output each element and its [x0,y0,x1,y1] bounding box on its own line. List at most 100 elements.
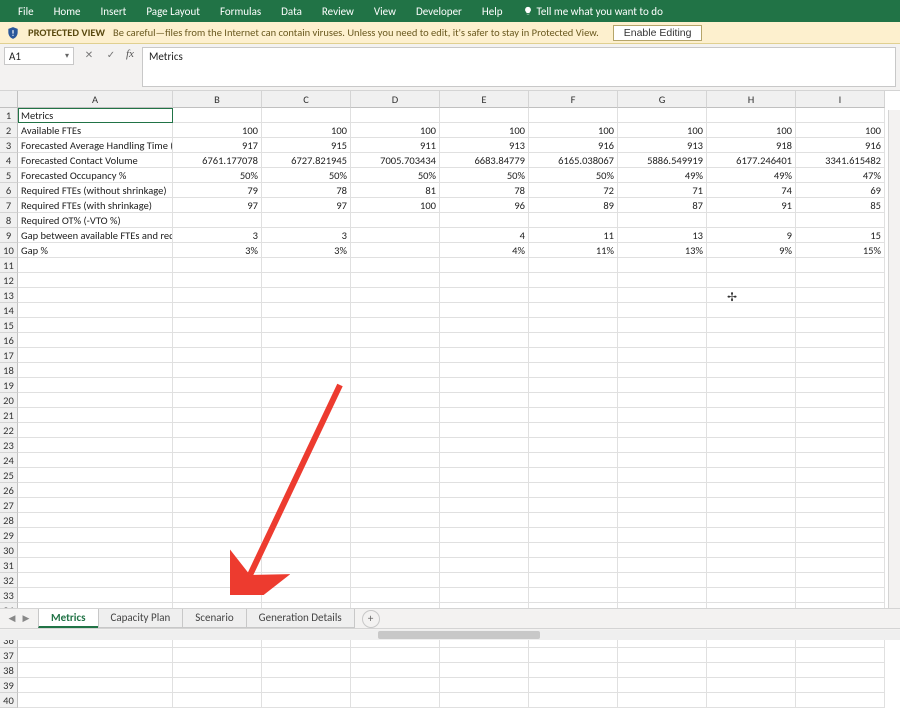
cell-D21[interactable] [351,408,440,423]
cell-A16[interactable] [18,333,173,348]
cell-A3[interactable]: Forecasted Average Handling Time (AHT [18,138,173,153]
cell-B2[interactable]: 100 [173,123,262,138]
cell-B29[interactable] [173,528,262,543]
cell-E13[interactable] [440,288,529,303]
cell-I30[interactable] [796,543,885,558]
cell-C23[interactable] [262,438,351,453]
cell-C9[interactable]: 3 [262,228,351,243]
sheet-tab-scenario[interactable]: Scenario [182,609,246,628]
cell-B28[interactable] [173,513,262,528]
cell-A12[interactable] [18,273,173,288]
cell-D4[interactable]: 7005.703434 [351,153,440,168]
cell-H7[interactable]: 91 [707,198,796,213]
cell-G15[interactable] [618,318,707,333]
cell-F39[interactable] [529,678,618,693]
cell-C1[interactable] [262,108,351,123]
cell-C26[interactable] [262,483,351,498]
sheet-tab-generation-details[interactable]: Generation Details [246,609,355,628]
cell-D16[interactable] [351,333,440,348]
cell-I24[interactable] [796,453,885,468]
cell-E9[interactable]: 4 [440,228,529,243]
cell-I1[interactable] [796,108,885,123]
cell-G40[interactable] [618,693,707,708]
cell-G26[interactable] [618,483,707,498]
row-header-38[interactable]: 38 [0,663,18,678]
cell-A15[interactable] [18,318,173,333]
cell-E22[interactable] [440,423,529,438]
cell-F37[interactable] [529,648,618,663]
cell-C22[interactable] [262,423,351,438]
cell-H27[interactable] [707,498,796,513]
cell-H31[interactable] [707,558,796,573]
cell-A11[interactable] [18,258,173,273]
cell-G7[interactable]: 87 [618,198,707,213]
cell-C21[interactable] [262,408,351,423]
cell-F6[interactable]: 72 [529,183,618,198]
cell-B18[interactable] [173,363,262,378]
row-header-8[interactable]: 8 [0,213,18,228]
cell-A26[interactable] [18,483,173,498]
row-header-33[interactable]: 33 [0,588,18,603]
cell-D27[interactable] [351,498,440,513]
cell-I17[interactable] [796,348,885,363]
cell-F24[interactable] [529,453,618,468]
add-sheet-button[interactable]: + [362,610,380,628]
cell-F17[interactable] [529,348,618,363]
ribbon-tab-home[interactable]: Home [44,2,91,21]
horizontal-scrollbar[interactable] [0,628,900,640]
row-header-6[interactable]: 6 [0,183,18,198]
cell-H17[interactable] [707,348,796,363]
row-header-2[interactable]: 2 [0,123,18,138]
cell-F13[interactable] [529,288,618,303]
name-box[interactable]: A1 ▾ [4,47,74,65]
cell-B4[interactable]: 6761.177078 [173,153,262,168]
cell-I32[interactable] [796,573,885,588]
cell-B17[interactable] [173,348,262,363]
cell-I28[interactable] [796,513,885,528]
cell-G6[interactable]: 71 [618,183,707,198]
cell-D17[interactable] [351,348,440,363]
cell-A14[interactable] [18,303,173,318]
cell-F18[interactable] [529,363,618,378]
cell-D23[interactable] [351,438,440,453]
row-header-29[interactable]: 29 [0,528,18,543]
cell-A30[interactable] [18,543,173,558]
cell-D18[interactable] [351,363,440,378]
cell-D29[interactable] [351,528,440,543]
cell-A1[interactable]: Metrics [18,108,173,123]
cell-F21[interactable] [529,408,618,423]
cell-C29[interactable] [262,528,351,543]
ribbon-tab-review[interactable]: Review [312,2,364,21]
ribbon-tab-data[interactable]: Data [271,2,312,21]
cell-E5[interactable]: 50% [440,168,529,183]
cell-A25[interactable] [18,468,173,483]
row-header-19[interactable]: 19 [0,378,18,393]
cell-H16[interactable] [707,333,796,348]
ribbon-tab-insert[interactable]: Insert [91,2,137,21]
row-header-9[interactable]: 9 [0,228,18,243]
accept-icon[interactable]: ✓ [104,47,118,61]
cell-D22[interactable] [351,423,440,438]
cell-D24[interactable] [351,453,440,468]
cell-H21[interactable] [707,408,796,423]
cell-H14[interactable] [707,303,796,318]
cell-F4[interactable]: 6165.038067 [529,153,618,168]
cell-B1[interactable] [173,108,262,123]
cell-I39[interactable] [796,678,885,693]
cell-A9[interactable]: Gap between available FTEs and required [18,228,173,243]
cell-F20[interactable] [529,393,618,408]
cell-I26[interactable] [796,483,885,498]
cell-B23[interactable] [173,438,262,453]
cell-E23[interactable] [440,438,529,453]
ribbon-tab-view[interactable]: View [364,2,406,21]
cell-C5[interactable]: 50% [262,168,351,183]
cell-I31[interactable] [796,558,885,573]
cell-E4[interactable]: 6683.84779 [440,153,529,168]
cell-H30[interactable] [707,543,796,558]
cell-G25[interactable] [618,468,707,483]
row-header-16[interactable]: 16 [0,333,18,348]
cell-B31[interactable] [173,558,262,573]
cell-C20[interactable] [262,393,351,408]
row-header-40[interactable]: 40 [0,693,18,708]
cell-C6[interactable]: 78 [262,183,351,198]
